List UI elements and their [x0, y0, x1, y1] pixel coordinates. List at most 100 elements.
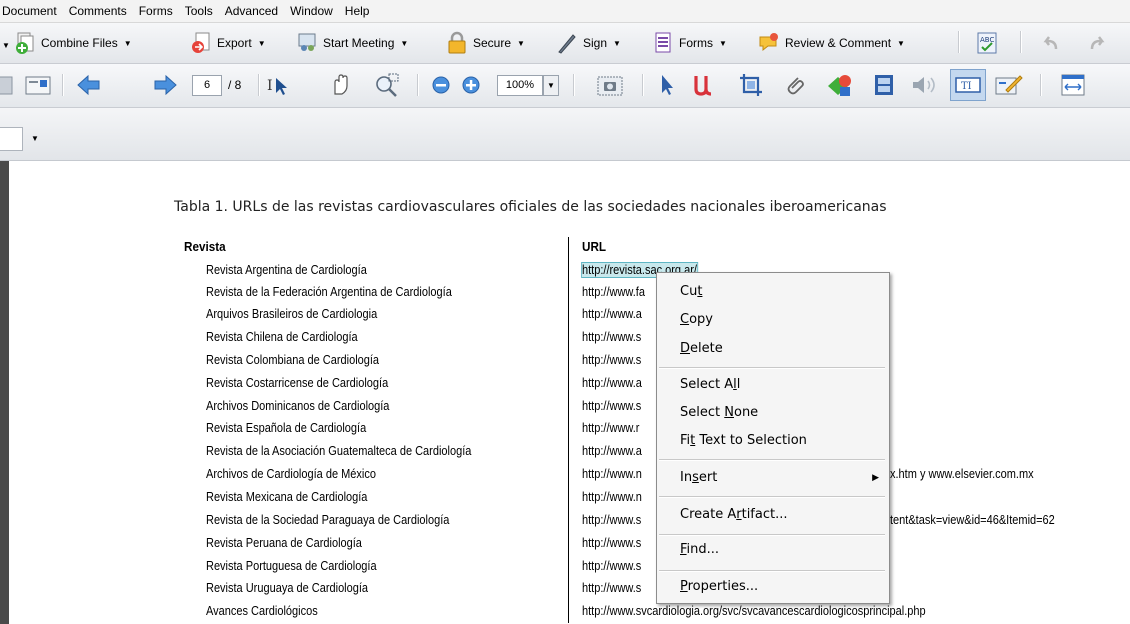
select-tool-icon[interactable]: I — [266, 72, 294, 98]
journal-url[interactable]: http://www.s — [582, 581, 641, 595]
menu-item-properties[interactable]: Properties... — [680, 579, 758, 594]
table-row: Revista Costarricense de Cardiología htt… — [0, 373, 1130, 395]
table-row: Revista Peruana de Cardiología http://ww… — [0, 533, 1130, 555]
review-comment-label: Review & Comment — [785, 36, 892, 50]
page-number-input[interactable]: 6 — [192, 75, 222, 96]
journal-url[interactable]: http://www.fa — [582, 285, 645, 299]
sound-icon[interactable] — [910, 72, 938, 98]
journal-url[interactable]: http://www.svcardiologia.org/svc/svcavan… — [582, 604, 926, 618]
form-icon — [655, 32, 671, 53]
menu-item-find[interactable]: Find... — [680, 542, 719, 557]
marquee-zoom-icon[interactable] — [372, 72, 400, 98]
journal-url-continuation[interactable]: x.htm y www.elsevier.com.mx — [890, 467, 1034, 481]
toolbar-divider — [62, 74, 64, 96]
menu-document[interactable]: Document — [0, 0, 63, 22]
text-field-tool-button[interactable]: TI — [950, 69, 986, 101]
tasks-toolbar: ▼ Combine Files ▼ Export ▼ Start Meeting… — [0, 23, 1130, 64]
journal-url[interactable]: http://www.s — [582, 536, 641, 550]
spell-check-button[interactable]: ABC — [976, 29, 998, 57]
menu-item-delete[interactable]: Delete — [680, 341, 723, 356]
combine-files-label: Combine Files — [41, 36, 118, 50]
snapshot-icon[interactable] — [596, 72, 624, 98]
table-row: Revista Argentina de Cardiología http://… — [0, 260, 1130, 282]
email-icon[interactable] — [24, 72, 52, 98]
menu-help[interactable]: Help — [339, 0, 376, 22]
tool-selector-box[interactable] — [0, 127, 23, 151]
svg-text:I: I — [267, 78, 273, 94]
redo-button[interactable] — [1086, 29, 1108, 57]
journal-url[interactable]: http://www.a — [582, 307, 642, 321]
menu-tools[interactable]: Tools — [179, 0, 219, 22]
journal-url[interactable]: http://www.s — [582, 399, 641, 413]
journal-url[interactable]: http://www.s — [582, 330, 641, 344]
chevron-down-icon[interactable]: ▼ — [543, 75, 559, 96]
export-button[interactable]: Export ▼ — [190, 29, 266, 57]
secure-button[interactable]: Secure ▼ — [446, 29, 525, 57]
form-edit-icon[interactable] — [994, 72, 1024, 98]
menu-window[interactable]: Window — [284, 0, 339, 22]
table-row: Archivos de Cardiología de México http:/… — [0, 464, 1130, 486]
menu-separator — [659, 534, 885, 536]
hand-tool-icon[interactable] — [328, 72, 354, 98]
menu-item-fit-text[interactable]: Fit Text to Selection — [680, 433, 807, 448]
fit-width-icon[interactable] — [1058, 72, 1088, 98]
menu-advanced[interactable]: Advanced — [219, 0, 284, 22]
save-icon[interactable] — [0, 72, 14, 98]
next-page-icon[interactable] — [152, 72, 178, 98]
menu-item-copy[interactable]: Copy — [680, 312, 713, 327]
zoom-out-icon[interactable] — [430, 72, 452, 98]
journal-url-continuation[interactable]: tent&task=view&id=46&Itemid=62 — [890, 513, 1055, 527]
navigation-toolbar: 6 / 8 I 100% ▼ TI — [0, 64, 1130, 108]
menu-comments[interactable]: Comments — [63, 0, 133, 22]
toolbar-divider — [258, 74, 260, 96]
menu-forms[interactable]: Forms — [133, 0, 179, 22]
menu-item-select-none[interactable]: Select None — [680, 405, 758, 420]
chevron-down-icon: ▼ — [719, 38, 727, 48]
journal-url[interactable]: http://www.s — [582, 559, 641, 573]
toolbar-divider — [958, 31, 960, 53]
previous-page-icon[interactable] — [76, 72, 102, 98]
journal-name: Revista Mexicana de Cardiología — [206, 490, 368, 504]
lock-icon — [448, 31, 466, 54]
combine-files-button[interactable]: Combine Files ▼ — [14, 29, 132, 57]
start-meeting-button[interactable]: Start Meeting ▼ — [296, 29, 408, 57]
attachment-icon[interactable] — [784, 72, 806, 98]
crop-icon[interactable] — [738, 72, 764, 98]
chevron-down-icon: ▼ — [123, 38, 132, 48]
forms-label: Forms — [679, 36, 713, 50]
table-row: Avances Cardiológicos http://www.svcardi… — [0, 601, 1130, 623]
journal-url[interactable]: http://www.a — [582, 376, 642, 390]
pointer-icon[interactable] — [656, 72, 678, 98]
undo-button[interactable] — [1040, 29, 1062, 57]
journal-url[interactable]: http://www.r — [582, 421, 639, 435]
film-icon[interactable] — [872, 72, 896, 98]
zoom-level-input[interactable]: 100% — [497, 75, 543, 96]
menu-item-insert[interactable]: Insert — [680, 470, 717, 485]
touchup-icon[interactable] — [692, 72, 718, 98]
menu-item-create-artifact[interactable]: Create Artifact... — [680, 507, 788, 522]
journal-name: Revista Chilena de Cardiología — [206, 330, 358, 344]
journal-name: Revista de la Asociación Guatemalteca de… — [206, 444, 472, 458]
zoom-in-icon[interactable] — [460, 72, 482, 98]
forms-button[interactable]: Forms ▼ — [652, 29, 727, 57]
journal-url[interactable]: http://www.a — [582, 444, 642, 458]
menu-separator — [659, 367, 885, 369]
journal-url[interactable]: http://www.s — [582, 513, 641, 527]
toolbar-overflow-arrow[interactable]: ▼ — [2, 41, 10, 50]
table-row: Arquivos Brasileiros de Cardiologia http… — [0, 304, 1130, 326]
journal-name: Revista de la Federación Argentina de Ca… — [206, 285, 452, 299]
table-row: Revista Portuguesa de Cardiología http:/… — [0, 556, 1130, 578]
journal-url[interactable]: http://www.n — [582, 490, 642, 504]
chevron-down-icon[interactable]: ▼ — [31, 134, 39, 143]
pen-icon — [558, 34, 576, 54]
menu-item-select-all[interactable]: Select All — [680, 377, 740, 392]
menu-item-cut[interactable]: Cut — [680, 284, 702, 299]
sign-button[interactable]: Sign ▼ — [556, 29, 621, 57]
journal-url[interactable]: http://www.n — [582, 467, 642, 481]
document-page: Tabla 1. URLs de las revistas cardiovasc… — [0, 161, 1130, 624]
journal-url[interactable]: http://www.s — [582, 353, 641, 367]
review-comment-button[interactable]: Review & Comment ▼ — [758, 29, 905, 57]
chevron-down-icon: ▼ — [897, 38, 905, 48]
object-tool-icon[interactable] — [826, 72, 854, 98]
column-header-url: URL — [582, 239, 607, 254]
